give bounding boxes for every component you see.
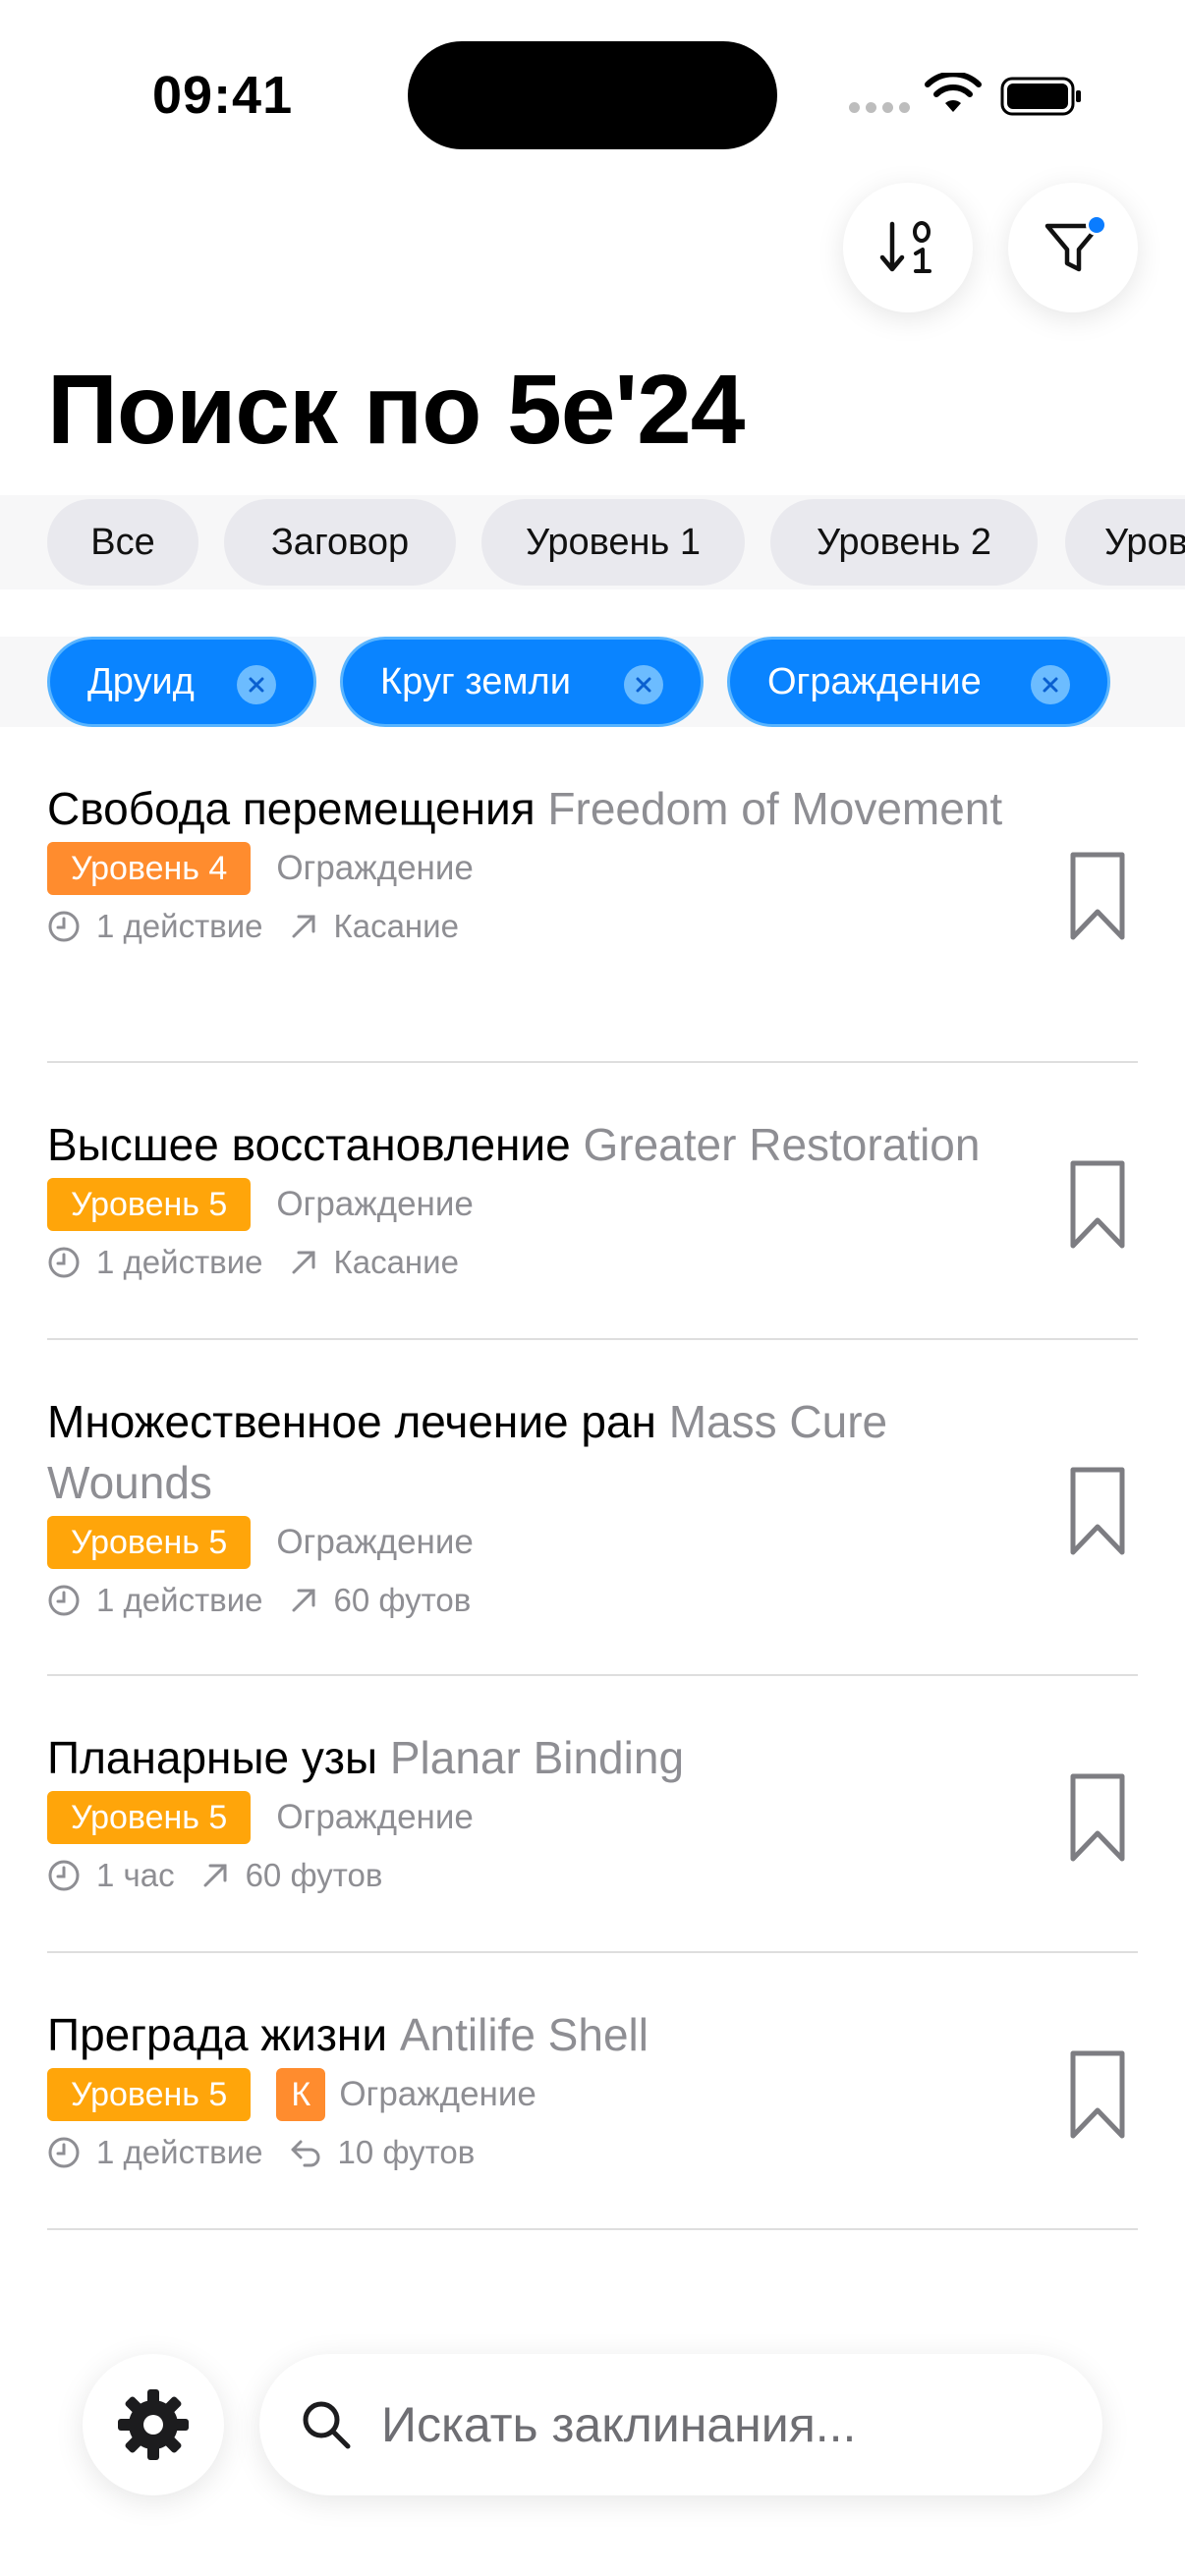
active-filter-circle-land[interactable]: Круг земли bbox=[340, 637, 704, 727]
spell-name-ru: Высшее восстановление bbox=[47, 1119, 571, 1170]
cast-time: 1 действие bbox=[96, 1244, 263, 1280]
school-label: Ограждение bbox=[276, 1523, 474, 1561]
clock-icon bbox=[48, 911, 80, 942]
divider bbox=[47, 1061, 1138, 1063]
spell-row[interactable]: Планарные узы Planar Binding Уровень 5 О… bbox=[47, 1727, 1138, 1943]
school-label: Ограждение bbox=[276, 1798, 474, 1836]
spell-row[interactable]: Свобода перемещения Freedom of Movement … bbox=[47, 778, 1138, 1053]
spell-name: Свобода перемещения Freedom of Movement bbox=[47, 778, 1049, 839]
range: 10 футов bbox=[337, 2134, 476, 2170]
bookmark-icon[interactable] bbox=[1069, 1466, 1126, 1556]
return-arrow-icon bbox=[291, 2140, 319, 2167]
chip-level-2[interactable]: Уровень 2 bbox=[770, 499, 1038, 586]
gear-icon bbox=[118, 2389, 189, 2460]
spell-name-en: Freedom of Movement bbox=[547, 783, 1003, 834]
arrow-up-right-icon bbox=[292, 915, 314, 938]
filter-active-dot bbox=[1086, 214, 1107, 236]
active-filter-druid[interactable]: Друид bbox=[47, 637, 316, 727]
cellular-signal-icon bbox=[849, 102, 910, 113]
clock-icon bbox=[48, 1860, 80, 1891]
filter-button[interactable] bbox=[1008, 183, 1138, 312]
chip-all[interactable]: Все bbox=[47, 499, 198, 586]
clock-icon bbox=[48, 1247, 80, 1278]
dynamic-island bbox=[408, 41, 777, 149]
spell-row[interactable]: Множественное лечение ран Mass Cure Woun… bbox=[47, 1391, 1138, 1666]
range: Касание bbox=[333, 1244, 459, 1280]
level-chips-row[interactable]: Все Заговор Уровень 1 Уровень 2 Уровень … bbox=[0, 495, 1185, 589]
chip-cantrip[interactable]: Заговор bbox=[224, 499, 456, 586]
sort-button[interactable] bbox=[843, 183, 973, 312]
spell-name-ru: Планарные узы bbox=[47, 1732, 378, 1783]
spell-name: Высшее восстановление Greater Restoratio… bbox=[47, 1114, 1049, 1175]
spell-name-ru: Свобода перемещения bbox=[47, 783, 536, 834]
arrow-up-right-icon bbox=[292, 1251, 314, 1274]
spell-name-ru: Преграда жизни bbox=[47, 2009, 388, 2060]
level-badge: Уровень 4 bbox=[47, 842, 252, 895]
page-title: Поиск по 5е'24 bbox=[47, 355, 745, 465]
search-icon bbox=[303, 2401, 351, 2449]
spell-name-en: Antilife Shell bbox=[399, 2009, 649, 2060]
divider bbox=[47, 1674, 1138, 1676]
active-filter-label: Друид bbox=[87, 660, 195, 702]
arrow-up-right-icon bbox=[203, 1864, 227, 1887]
spell-name-ru: Множественное лечение ран bbox=[47, 1396, 656, 1447]
spell-row[interactable]: Преграда жизни Antilife Shell Уровень 5 … bbox=[47, 2004, 1138, 2220]
divider bbox=[47, 1338, 1138, 1340]
level-badge: Уровень 5 bbox=[47, 1516, 252, 1569]
battery-icon bbox=[1000, 77, 1081, 116]
search-bar[interactable] bbox=[259, 2354, 1102, 2495]
spell-row[interactable]: Высшее восстановление Greater Restoratio… bbox=[47, 1114, 1138, 1330]
status-bar: 09:41 bbox=[0, 0, 1185, 187]
divider bbox=[47, 1951, 1138, 1953]
bookmark-icon[interactable] bbox=[1069, 1772, 1126, 1863]
concentration-badge: К bbox=[276, 2068, 326, 2121]
remove-filter-icon[interactable] bbox=[237, 665, 276, 704]
spell-name: Преграда жизни Antilife Shell bbox=[47, 2004, 1049, 2065]
bookmark-icon[interactable] bbox=[1069, 1159, 1126, 1250]
wifi-icon bbox=[925, 73, 982, 112]
clock-icon bbox=[48, 2137, 80, 2168]
range: 60 футов bbox=[245, 1857, 383, 1893]
level-badge: Уровень 5 bbox=[47, 1791, 252, 1844]
cast-time: 1 действие bbox=[96, 2134, 263, 2170]
level-badge: Уровень 5 bbox=[47, 1178, 252, 1231]
status-time: 09:41 bbox=[152, 66, 294, 125]
active-filter-label: Ограждение bbox=[767, 660, 982, 702]
spell-name-en: Greater Restoration bbox=[583, 1119, 981, 1170]
active-filter-abjuration[interactable]: Ограждение bbox=[727, 637, 1110, 727]
range: Касание bbox=[333, 908, 459, 944]
active-filter-label: Круг земли bbox=[380, 660, 571, 702]
remove-filter-icon[interactable] bbox=[1031, 665, 1070, 704]
chip-level-1[interactable]: Уровень 1 bbox=[481, 499, 745, 586]
settings-button[interactable] bbox=[83, 2354, 224, 2495]
chip-level-3[interactable]: Уровень 3 bbox=[1065, 499, 1185, 586]
clock-icon bbox=[48, 1585, 80, 1616]
active-filters-row: Друид Круг земли Ограждение bbox=[0, 637, 1185, 727]
spell-name-en: Planar Binding bbox=[389, 1732, 685, 1783]
remove-filter-icon[interactable] bbox=[624, 665, 663, 704]
level-badge: Уровень 5 bbox=[47, 2068, 252, 2121]
school-label: Ограждение bbox=[276, 1185, 474, 1223]
divider bbox=[47, 2228, 1138, 2230]
spell-name: Планарные узы Planar Binding bbox=[47, 1727, 1049, 1788]
search-input[interactable] bbox=[381, 2396, 1069, 2453]
arrow-up-right-icon bbox=[292, 1589, 314, 1612]
school-label: Ограждение bbox=[276, 849, 474, 887]
cast-time: 1 действие bbox=[96, 1582, 263, 1618]
sort-numeric-icon bbox=[879, 221, 931, 273]
bookmark-icon[interactable] bbox=[1069, 851, 1126, 941]
cast-time: 1 действие bbox=[96, 908, 263, 944]
bookmark-icon[interactable] bbox=[1069, 2049, 1126, 2140]
cast-time: 1 час bbox=[96, 1857, 175, 1893]
school-label: Ограждение bbox=[339, 2075, 536, 2113]
range: 60 футов bbox=[333, 1582, 472, 1618]
spell-name: Множественное лечение ран Mass Cure Woun… bbox=[47, 1391, 1049, 1513]
